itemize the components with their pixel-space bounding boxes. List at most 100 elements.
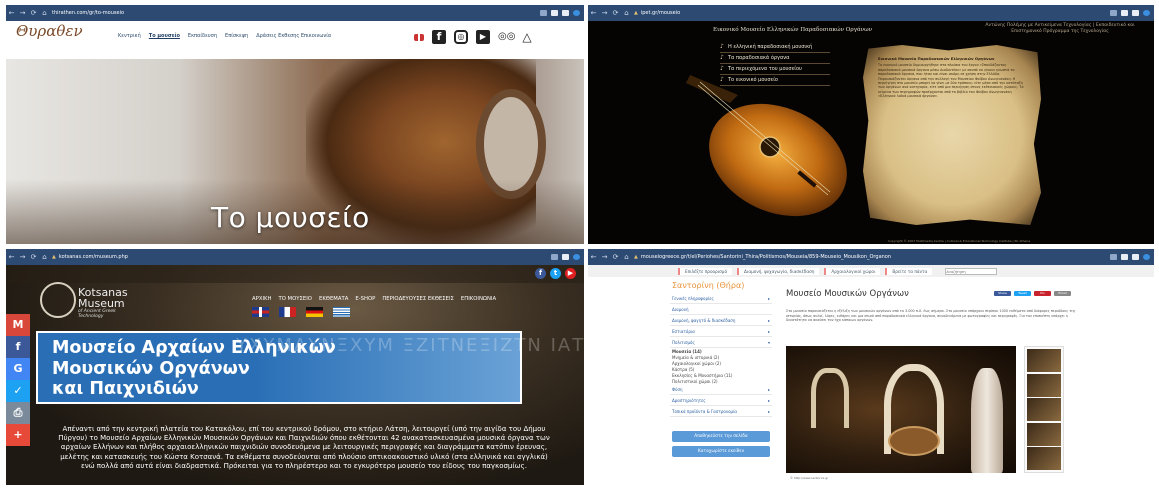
back-icon[interactable]: ← xyxy=(588,253,599,261)
instagram-icon[interactable]: ◎ xyxy=(454,30,468,44)
museum-logo-icon[interactable] xyxy=(40,282,76,318)
extension-icon[interactable] xyxy=(1110,254,1117,260)
extension-icon[interactable] xyxy=(562,254,569,260)
museum-subtitle: of Ancient Greek Technology xyxy=(78,309,116,319)
thumbnail[interactable] xyxy=(1027,447,1061,470)
nav-item-music[interactable]: Η ελληνική παραδοσιακή μουσική xyxy=(720,42,830,53)
tripadvisor-icon[interactable]: ◎◎ xyxy=(498,30,515,44)
menu-item-visit[interactable]: Επίσκεψη xyxy=(225,33,248,39)
sidebar-item-culture[interactable]: Πολιτισμός ▾ xyxy=(670,337,772,348)
extension-icon[interactable] xyxy=(1121,254,1128,260)
museum-name[interactable]: Kotsanas Museum xyxy=(78,287,128,309)
profile-icon[interactable] xyxy=(1143,254,1150,260)
tab-accommodation[interactable]: Διαμονή, ψυχαγωγία, διασκέδαση xyxy=(737,267,820,275)
youtube-icon[interactable]: ▶ xyxy=(476,30,490,44)
menu-item-touring[interactable]: ΠΕΡΙΟΔΕΥΟΥΣΕΣ ΕΚΘΕΣΕΙΣ xyxy=(382,296,454,302)
facebook-icon[interactable]: f xyxy=(535,268,546,279)
address-bar[interactable]: ▲ ipet.gr/mouseio xyxy=(634,10,1104,16)
home-icon[interactable]: ⌂ xyxy=(39,9,50,17)
home-icon[interactable]: ⌂ xyxy=(621,9,632,17)
tab-destination[interactable]: Επιλέξτε προορισμό xyxy=(678,267,733,275)
reload-icon[interactable]: ⟳ xyxy=(610,9,621,17)
sidebar-item-food[interactable]: Διαμονή, φαγητό & διασκέδαση ▸ xyxy=(670,315,772,326)
forward-icon[interactable]: → xyxy=(599,9,610,17)
sidebar-item-nature[interactable]: Φύση ▸ xyxy=(670,384,772,395)
uk-flag-icon[interactable] xyxy=(252,307,269,317)
back-icon[interactable]: ← xyxy=(588,9,599,17)
share-button[interactable]: Share xyxy=(994,291,1011,296)
menu-item-home[interactable]: ΑΡΧΙΚΗ xyxy=(252,296,271,302)
map-icon[interactable]: △ xyxy=(520,30,534,44)
extension-icon[interactable] xyxy=(1132,254,1139,260)
menu-item-education[interactable]: Εκπαίδευση xyxy=(188,33,217,39)
browser-window-mouseiogreece: ← → ⟳ ⌂ ▲ mouseiogreece.gr/t/el/Periohes/… xyxy=(588,249,1154,485)
address-bar[interactable]: ▲ mouseiogreece.gr/t/el/Periohes/Santorin… xyxy=(634,254,1104,260)
forward-icon[interactable]: → xyxy=(17,253,28,261)
reload-icon[interactable]: ⟳ xyxy=(28,253,39,261)
extension-icon[interactable] xyxy=(1110,10,1117,16)
address-bar[interactable]: ▲ kotsanas.com/museum.php xyxy=(52,254,545,260)
tab-find-all[interactable]: Βρείτε τα πάντα xyxy=(885,267,933,275)
menu-item-contact[interactable]: ΕΠΙΚΟΙΝΩΝΙΑ xyxy=(461,296,496,302)
france-flag-icon[interactable] xyxy=(279,307,296,317)
sidebar-item-restaurants[interactable]: Εστιατόρια ▸ xyxy=(670,326,772,337)
extension-icon[interactable] xyxy=(551,10,558,16)
nav-item-instruments[interactable]: Τα παραδοσιακά όργανα xyxy=(720,53,830,64)
save-page-button[interactable]: Αποθηκεύστε την σελίδα xyxy=(672,431,770,442)
sidebar-item-stay[interactable]: Διαμονή xyxy=(670,304,772,315)
thumbnail[interactable] xyxy=(1027,398,1061,421)
profile-icon[interactable] xyxy=(1143,10,1150,16)
gmail-icon[interactable]: M xyxy=(6,314,30,336)
register-button[interactable]: Καταχωρίστε εκείθεν xyxy=(672,446,770,457)
uk-flag-icon[interactable] xyxy=(414,33,424,41)
forward-icon[interactable]: → xyxy=(17,9,28,17)
menu-item-exhibits[interactable]: ΕΚΘΕΜΑΤΑ xyxy=(319,296,348,302)
menu-item-eshop[interactable]: E-SHOP xyxy=(355,296,375,302)
sidebar-item-info[interactable]: Γενικές πληροφορίες ▸ xyxy=(670,293,772,304)
back-icon[interactable]: ← xyxy=(6,253,17,261)
home-icon[interactable]: ⌂ xyxy=(621,253,632,261)
email-button[interactable]: Email xyxy=(1054,291,1071,296)
search-input[interactable] xyxy=(945,267,998,275)
facebook-icon[interactable]: f xyxy=(6,336,30,358)
nav-item-contents[interactable]: Τα περιεχόμενα του μουσείου xyxy=(720,64,830,75)
thumbnail[interactable] xyxy=(1027,349,1061,372)
extension-icon[interactable] xyxy=(1132,10,1139,16)
thumbnail[interactable] xyxy=(1027,373,1061,397)
menu-item-museum[interactable]: ΤΟ ΜΟΥΣΕΙΟ xyxy=(278,296,312,302)
menu-item-museum[interactable]: Το μουσείο xyxy=(149,33,180,39)
description-text: Στο μουσείο παρουσιάζεται η εξέλιξη των … xyxy=(786,309,1076,322)
sidebar-item-activities[interactable]: Δραστηριότητες ▸ xyxy=(670,395,772,406)
screenshot-collage: ← → ⟳ ⌂ thirathen.com/gr/to-mouseio Θυρα… xyxy=(0,0,1159,489)
germany-flag-icon[interactable] xyxy=(306,307,323,317)
reload-icon[interactable]: ⟳ xyxy=(28,9,39,17)
site-logo[interactable]: Θυραθεν xyxy=(16,22,83,40)
extension-icon[interactable] xyxy=(540,10,547,16)
profile-icon[interactable] xyxy=(573,254,580,260)
google-icon[interactable]: G xyxy=(6,358,30,380)
thumbnail[interactable] xyxy=(1027,422,1061,446)
extension-icon[interactable] xyxy=(562,10,569,16)
reload-icon[interactable]: ⟳ xyxy=(610,253,621,261)
twitter-icon[interactable]: ✓ xyxy=(6,380,30,402)
extension-icon[interactable] xyxy=(551,254,558,260)
greece-flag-icon[interactable] xyxy=(333,307,350,317)
extension-icon[interactable] xyxy=(1121,10,1128,16)
pin-button[interactable]: Pin xyxy=(1034,291,1051,296)
menu-item-home[interactable]: Κεντρική xyxy=(118,33,141,39)
tweet-button[interactable]: Tweet xyxy=(1014,291,1031,296)
menu-item-actions[interactable]: Δράσεις Εκθεσης Επικοινωνία xyxy=(256,33,331,39)
youtube-icon[interactable]: ▶ xyxy=(565,268,576,279)
profile-icon[interactable] xyxy=(573,10,580,16)
back-icon[interactable]: ← xyxy=(6,9,17,17)
home-icon[interactable]: ⌂ xyxy=(39,253,50,261)
more-share-icon[interactable]: + xyxy=(6,424,30,446)
sidebar-item-products[interactable]: Τοπικά προϊόντα & Γαστρονομία ▸ xyxy=(670,406,772,417)
twitter-icon[interactable]: t xyxy=(550,268,561,279)
instruments-photo[interactable] xyxy=(786,346,1016,473)
facebook-icon[interactable]: f xyxy=(432,30,446,44)
forward-icon[interactable]: → xyxy=(599,253,610,261)
address-bar[interactable]: thirathen.com/gr/to-mouseio xyxy=(52,10,534,16)
print-icon[interactable]: ⎙ xyxy=(6,402,30,424)
tab-archaeological[interactable]: Αρχαιολογικοί χώροι xyxy=(824,267,881,275)
